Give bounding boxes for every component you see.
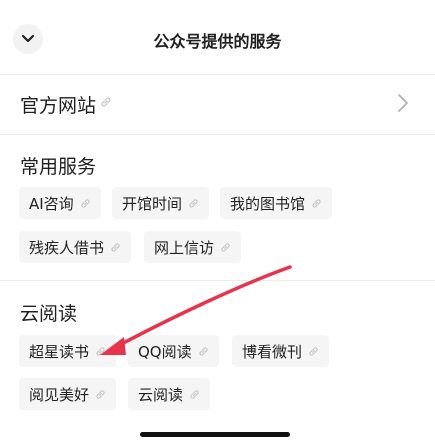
service-chip-qq-reading[interactable]: QQ阅读	[128, 335, 219, 367]
link-icon	[189, 198, 198, 208]
service-chip-disabled-borrowing[interactable]: 残疾人借书	[19, 231, 132, 263]
sheet-header: 公众号提供的服务	[0, 0, 435, 75]
link-icon	[198, 346, 208, 356]
service-chip-opening-hours[interactable]: 开馆时间	[112, 187, 210, 219]
chip-label: 超星读书	[29, 342, 90, 361]
link-icon	[81, 198, 90, 208]
service-chip-meet-beauty[interactable]: 阅见美好	[19, 378, 117, 410]
service-chip-chaoxing-reading[interactable]: 超星读书	[19, 335, 117, 367]
link-icon	[309, 346, 318, 356]
link-icon	[111, 242, 120, 252]
chip-label: 我的图书馆	[230, 194, 306, 213]
chevron-right-icon	[398, 94, 408, 112]
link-icon	[190, 389, 199, 399]
link-icon	[221, 242, 230, 252]
link-icon	[312, 198, 321, 208]
link-icon	[101, 97, 111, 107]
services-sheet: 公众号提供的服务 官方网站 常用服务 AI咨询 开馆时间 我的图书馆 残疾人借书…	[0, 0, 435, 445]
chip-label: 残疾人借书	[29, 238, 105, 257]
service-chip-online-petition[interactable]: 网上信访	[144, 231, 242, 263]
sheet-title: 公众号提供的服务	[153, 32, 282, 51]
service-chip-cloud-reading[interactable]: 云阅读	[128, 378, 211, 410]
official-website-label: 官方网站	[20, 95, 97, 117]
link-icon	[96, 389, 105, 399]
service-chip-my-library[interactable]: 我的图书馆	[220, 187, 333, 219]
chip-label: 博看微刊	[242, 342, 303, 361]
service-chip-bookan-weekly[interactable]: 博看微刊	[232, 335, 330, 367]
chip-label: 云阅读	[138, 385, 184, 404]
chip-label: 开馆时间	[122, 194, 183, 213]
chip-label: QQ阅读	[138, 342, 192, 361]
section-title-common-services: 常用服务	[20, 156, 97, 178]
link-icon	[96, 346, 105, 356]
official-website-row[interactable]: 官方网站	[0, 74, 435, 135]
home-indicator	[140, 432, 290, 437]
section-divider	[0, 280, 435, 281]
chip-label: 网上信访	[154, 238, 215, 257]
chip-label: AI咨询	[29, 194, 74, 213]
section-title-cloud-reading: 云阅读	[20, 303, 78, 325]
service-chip-ai-consult[interactable]: AI咨询	[19, 187, 101, 219]
chip-label: 阅见美好	[29, 385, 90, 404]
